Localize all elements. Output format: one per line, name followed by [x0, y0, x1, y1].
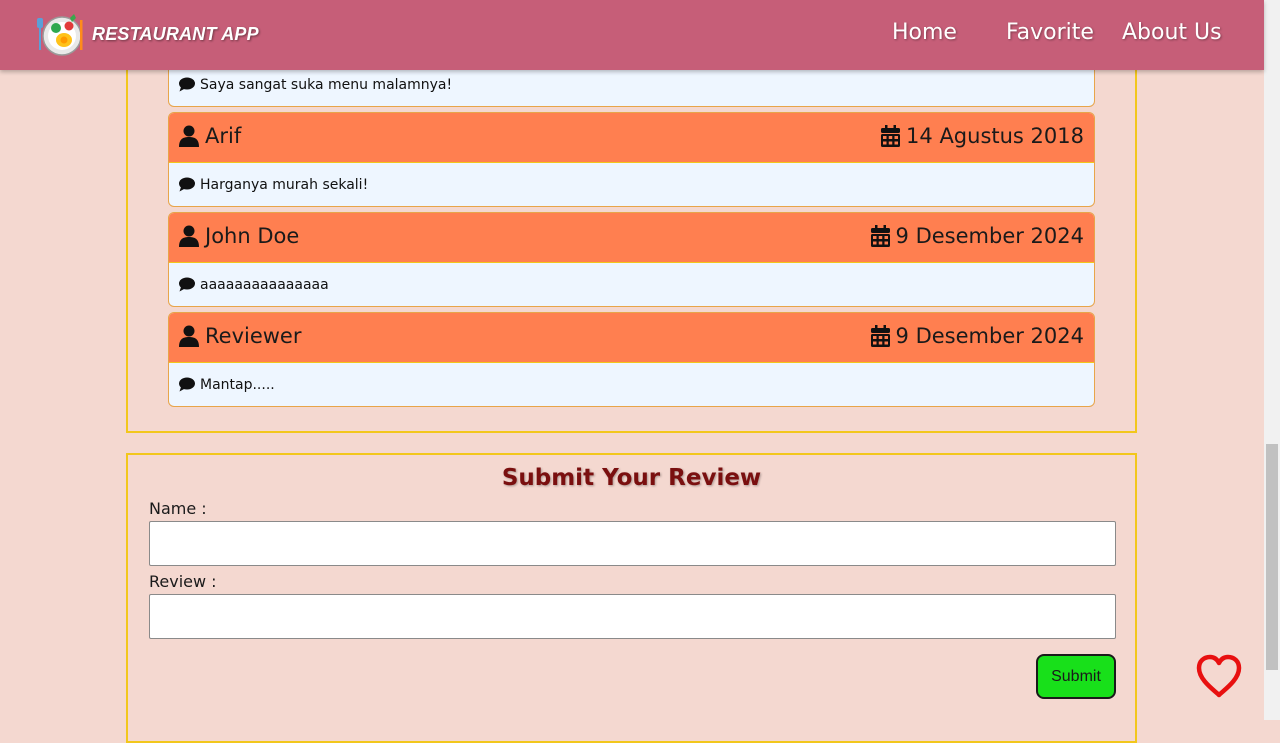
comment-icon [179, 177, 195, 192]
review-date-text: 9 Desember 2024 [895, 224, 1084, 248]
review-author: John Doe [179, 224, 299, 248]
submit-button[interactable]: Submit [1036, 654, 1116, 699]
review-header: Reviewer 9 Desember 2024 [169, 313, 1094, 363]
nav-about-link[interactable]: About Us [1122, 20, 1222, 45]
review-form: Submit Your Review Name : Review : Submi… [126, 453, 1137, 743]
review-text: Saya sangat suka menu malamnya! [200, 76, 453, 93]
review-header: Arif 14 Agustus 2018 [169, 113, 1094, 163]
review-date-text: 14 Agustus 2018 [906, 124, 1084, 148]
calendar-icon [881, 125, 901, 147]
brand-title[interactable]: RESTAURANT APP [92, 24, 259, 45]
name-input[interactable] [149, 521, 1116, 566]
comment-icon [179, 277, 195, 292]
navbar: RESTAURANT APP Home Favorite About Us [0, 0, 1264, 70]
heart-icon [1194, 652, 1244, 700]
review-date: 14 Agustus 2018 [881, 124, 1084, 148]
review-author: Arif [179, 124, 241, 148]
comment-icon [179, 77, 195, 92]
review-text: Mantap..... [200, 376, 275, 393]
name-label: Name : [149, 499, 207, 518]
form-title: Submit Your Review [501, 465, 762, 491]
nav-home-link[interactable]: Home [892, 20, 957, 45]
calendar-icon [870, 225, 890, 247]
favorite-button[interactable] [1194, 652, 1244, 700]
review-date: 9 Desember 2024 [870, 324, 1084, 348]
review-author-name: Arif [205, 124, 242, 148]
review-author-name: John Doe [205, 224, 300, 248]
restaurant-logo-icon[interactable] [36, 10, 84, 58]
review-body: Harganya murah sekali! [169, 163, 1094, 206]
review-label: Review : [149, 572, 217, 591]
review-author-name: Reviewer [205, 324, 302, 348]
user-icon [179, 325, 199, 347]
review-body: aaaaaaaaaaaaaaa [169, 263, 1094, 306]
scrollbar-thumb[interactable] [1266, 444, 1278, 670]
review-card: Reviewer 9 Desember 2024 Mantap..... [168, 312, 1095, 407]
review-text: Harganya murah sekali! [200, 176, 369, 193]
review-body: Mantap..... [169, 363, 1094, 406]
review-date-text: 9 Desember 2024 [895, 324, 1084, 348]
nav-favorite-link[interactable]: Favorite [1006, 20, 1094, 45]
user-icon [179, 225, 199, 247]
review-date: 9 Desember 2024 [870, 224, 1084, 248]
user-icon [179, 125, 199, 147]
page-scrollbar[interactable] [1264, 0, 1280, 720]
review-text: aaaaaaaaaaaaaaa [200, 276, 329, 293]
review-card: Arif 14 Agustus 2018 Harganya murah seka… [168, 112, 1095, 207]
review-card: John Doe 9 Desember 2024 aaaaaaaaaaaaaaa [168, 212, 1095, 307]
comment-icon [179, 377, 195, 392]
review-author: Reviewer [179, 324, 301, 348]
calendar-icon [870, 325, 890, 347]
review-input[interactable] [149, 594, 1116, 639]
review-header: John Doe 9 Desember 2024 [169, 213, 1094, 263]
